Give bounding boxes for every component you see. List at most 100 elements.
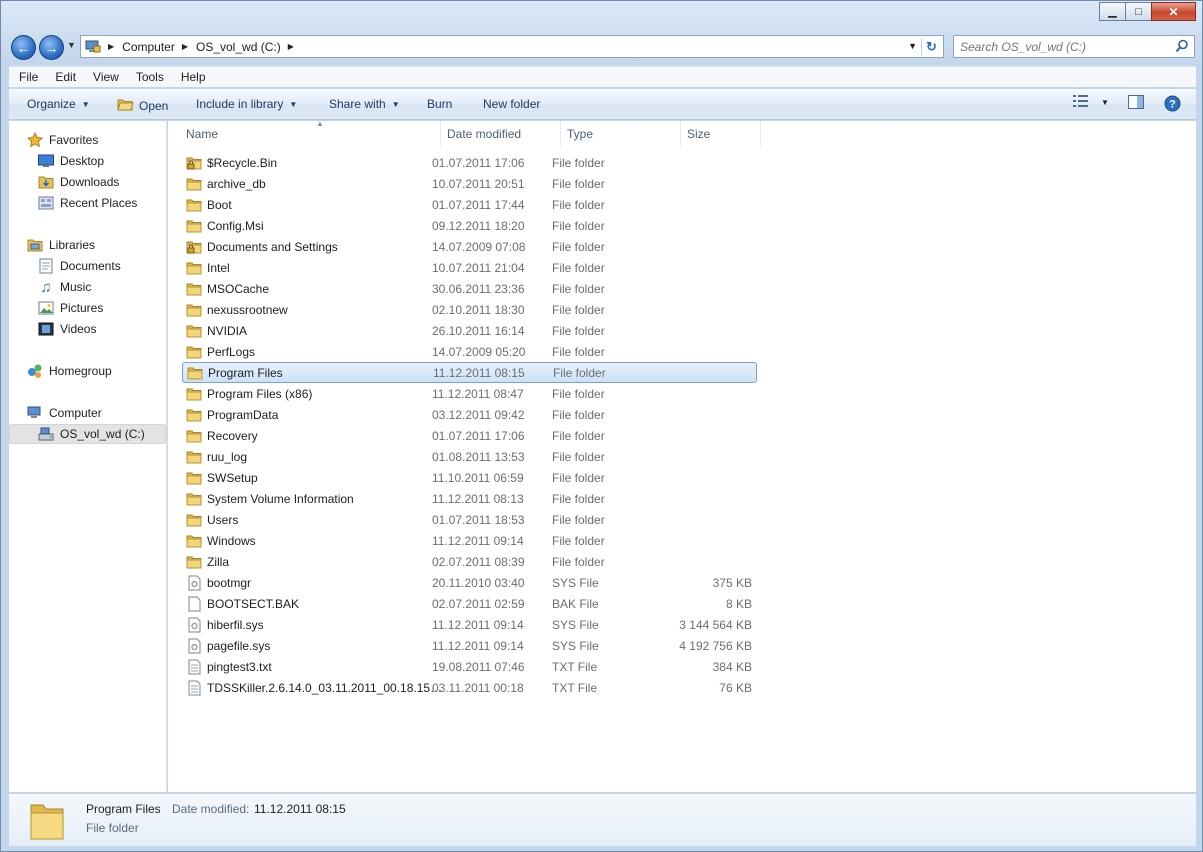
title-bar: ▁ □ ✕	[1, 1, 1202, 31]
new-folder-button[interactable]: New folder	[483, 97, 540, 111]
nav-libraries[interactable]: Libraries	[27, 235, 184, 255]
file-row[interactable]: Documents and Settings 14.07.2009 07:08 Fi…	[182, 236, 757, 257]
file-row[interactable]: Program Files (x86) 11.12.2011 08:47 File …	[182, 383, 757, 404]
file-row[interactable]: pagefile.sys 11.12.2011 09:14 SYS File 4 19…	[182, 635, 757, 656]
file-row[interactable]: BOOTSECT.BAK 02.07.2011 02:59 BAK File 8 KB	[182, 593, 757, 614]
recent-pages-dropdown[interactable]: ▼	[67, 40, 76, 50]
file-row[interactable]: NVIDIA 26.10.2011 16:14 File folder	[182, 320, 757, 341]
file-row[interactable]: hiberfil.sys 11.12.2011 09:14 SYS File 3 14…	[182, 614, 757, 635]
column-header-type[interactable]: Type	[561, 121, 681, 146]
burn-button[interactable]: Burn	[427, 97, 452, 111]
minimize-button[interactable]: ▁	[1099, 2, 1126, 21]
folder-icon	[186, 491, 202, 507]
refresh-icon[interactable]: ↻	[921, 38, 941, 56]
close-button[interactable]: ✕	[1151, 2, 1196, 21]
file-type: File folder	[552, 512, 605, 527]
breadcrumb-separator-icon[interactable]: ▶	[108, 42, 114, 51]
breadcrumb-drive[interactable]: OS_vol_wd (C:)	[196, 40, 281, 54]
nav-homegroup[interactable]: Homegroup	[27, 361, 184, 381]
change-view-button[interactable]: ▼	[1073, 95, 1109, 110]
file-row[interactable]: SWSetup 11.10.2011 06:59 File folder	[182, 467, 757, 488]
details-item-name: Program Files	[86, 802, 161, 816]
file-row[interactable]: System Volume Information 11.12.2011 08:1…	[182, 488, 757, 509]
file-row[interactable]: ProgramData 03.12.2011 09:42 File folder	[182, 404, 757, 425]
menu-view[interactable]: View	[83, 70, 128, 84]
file-row[interactable]: Boot 01.07.2011 17:44 File folder	[182, 194, 757, 215]
computer-icon	[85, 40, 101, 54]
file-type: File folder	[553, 365, 606, 380]
file-row[interactable]: nexussrootnew 02.10.2011 18:30 File folder	[182, 299, 757, 320]
menu-edit[interactable]: Edit	[45, 70, 85, 84]
forward-button[interactable]: →	[39, 35, 64, 60]
nav-pictures-label: Pictures	[60, 301, 104, 315]
file-row[interactable]: MSOCache 30.06.2011 23:36 File folder	[182, 278, 757, 299]
share-with-button[interactable]: Share with ▼	[329, 97, 400, 111]
nav-downloads-label: Downloads	[60, 175, 120, 189]
nav-drive-c-label: OS_vol_wd (C:)	[60, 427, 145, 441]
file-row[interactable]: Zilla 02.07.2011 08:39 File folder	[182, 551, 757, 572]
search-icon[interactable]	[1175, 39, 1189, 56]
file-row[interactable]: Users 01.07.2011 18:53 File folder	[182, 509, 757, 530]
file-row[interactable]: TDSSKiller.2.6.14.0_03.11.2011_00.18.15_…	[182, 677, 757, 698]
open-folder-icon	[117, 97, 134, 114]
file-row[interactable]: Recovery 01.07.2011 17:06 File folder	[182, 425, 757, 446]
dropdown-caret-icon: ▼	[81, 99, 90, 109]
menu-file[interactable]: File	[9, 70, 47, 84]
address-dropdown-icon[interactable]: ▼	[908, 41, 917, 51]
file-name: Program Files	[208, 365, 283, 380]
file-row[interactable]: archive_db 10.07.2011 20:51 File folder	[182, 173, 757, 194]
file-row[interactable]: $Recycle.Bin 01.07.2011 17:06 File folder	[182, 152, 757, 173]
file-row[interactable]: Config.Msi 09.12.2011 18:20 File folder	[182, 215, 757, 236]
organize-button[interactable]: Organize ▼	[27, 97, 90, 111]
file-name: pingtest3.txt	[207, 659, 272, 674]
file-date: 01.08.2011 13:53	[432, 449, 525, 464]
sort-ascending-icon: ▲	[316, 119, 324, 128]
breadcrumb-computer[interactable]: Computer	[122, 40, 175, 54]
file-name: archive_db	[207, 176, 266, 191]
folder-icon	[186, 554, 202, 570]
nav-drive-c[interactable]: OS_vol_wd (C:)	[9, 424, 166, 444]
folder-icon	[186, 512, 202, 528]
menu-help[interactable]: Help	[171, 70, 215, 84]
column-header-date[interactable]: Date modified	[441, 121, 561, 146]
file-row[interactable]: ruu_log 01.08.2011 13:53 File folder	[182, 446, 757, 467]
menu-tools[interactable]: Tools	[126, 70, 173, 84]
file-date: 26.10.2011 16:14	[432, 323, 525, 338]
file-type: File folder	[552, 155, 605, 170]
file-type: File folder	[552, 281, 605, 296]
file-row[interactable]: pingtest3.txt 19.08.2011 07:46 TXT File 384…	[182, 656, 757, 677]
view-dropdown-icon[interactable]: ▼	[1101, 98, 1109, 107]
column-header-size[interactable]: Size	[681, 121, 761, 146]
file-type: File folder	[552, 449, 605, 464]
file-row[interactable]: bootmgr 20.11.2010 03:40 SYS File 375 KB	[182, 572, 757, 593]
preview-pane-button[interactable]	[1128, 95, 1144, 112]
file-row[interactable]: Windows 11.12.2011 09:14 File folder	[182, 530, 757, 551]
folder-icon	[186, 533, 202, 549]
nav-computer[interactable]: Computer	[27, 403, 184, 423]
column-header-name[interactable]: Name ▲	[178, 119, 441, 146]
file-name: bootmgr	[207, 575, 252, 590]
file-type: TXT File	[552, 659, 598, 674]
file-row[interactable]: Intel 10.07.2011 21:04 File folder	[182, 257, 757, 278]
file-type: File folder	[552, 197, 605, 212]
address-bar[interactable]: ▶ Computer ▶ OS_vol_wd (C:) ▶ ▼ ↻	[80, 35, 944, 58]
open-button[interactable]: Open	[117, 97, 168, 114]
folder-icon	[186, 344, 202, 360]
file-type: File folder	[552, 344, 605, 359]
explorer-window: ▁ □ ✕ ← → ▼ ▶ Computer ▶ OS_vol_wd (C:) …	[0, 0, 1203, 852]
include-in-library-button[interactable]: Include in library ▼	[196, 97, 297, 111]
file-date: 11.12.2011 09:14	[432, 617, 524, 632]
nav-favorites[interactable]: Favorites	[27, 130, 184, 150]
file-date: 14.07.2009 05:20	[432, 344, 526, 359]
file-type: File folder	[552, 533, 605, 548]
back-button[interactable]: ←	[11, 35, 36, 60]
search-input[interactable]	[960, 39, 1170, 54]
breadcrumb-separator-icon[interactable]: ▶	[182, 42, 188, 51]
help-button[interactable]: ?	[1164, 95, 1181, 115]
breadcrumb-separator-icon[interactable]: ▶	[288, 42, 294, 51]
file-name: ruu_log	[207, 449, 248, 464]
text-file-icon	[186, 659, 202, 675]
file-row[interactable]: Program Files 11.12.2011 08:15 File folder	[182, 362, 757, 383]
maximize-button[interactable]: □	[1125, 2, 1152, 21]
file-row[interactable]: PerfLogs 14.07.2009 05:20 File folder	[182, 341, 757, 362]
